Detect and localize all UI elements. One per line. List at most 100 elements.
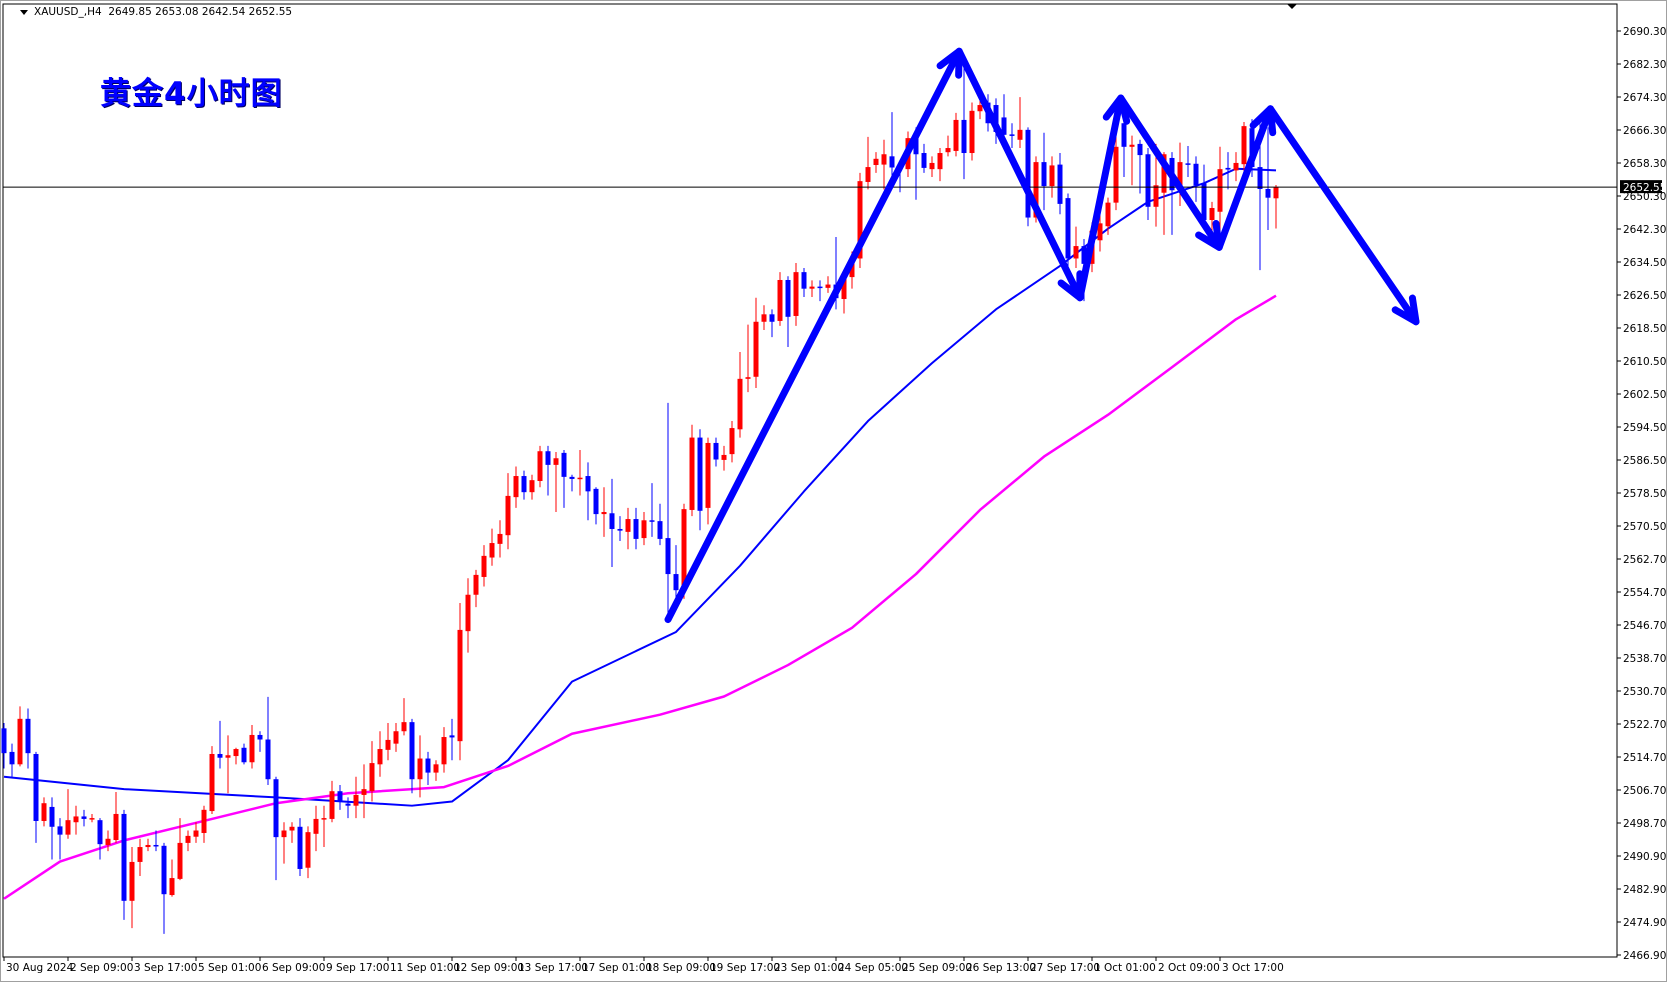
candle-body [1225,167,1231,170]
price-tick-label: 2490.90 [1623,851,1666,863]
candle-body [233,749,239,757]
candle-body [1201,183,1207,221]
time-tick-label: 6 Sep 09:00 [262,962,325,974]
candle-body [49,806,55,827]
candle-body [113,813,119,841]
price-tick-label: 2466.90 [1623,950,1666,962]
candle-body [137,847,143,862]
time-tick-label: 23 Sep 01:00 [774,962,844,974]
candle-body [1065,198,1071,259]
candle-body [873,158,879,166]
candle-body [753,321,759,377]
candle-body [1009,134,1015,136]
price-tick-label: 2562.70 [1623,554,1666,566]
time-tick-label: 2 Sep 09:00 [70,962,133,974]
candle-body [1193,163,1199,186]
candle-bearish [297,818,303,877]
candle-body [1145,154,1151,207]
candle-body [1185,163,1191,165]
price-tick-label: 2482.90 [1623,884,1666,896]
time-tick-label: 25 Sep 09:00 [902,962,972,974]
candle-body [969,110,975,154]
price-tick-label: 2666.30 [1623,125,1666,137]
price-chart[interactable]: 2690.302682.302674.302666.302658.302650.… [0,0,1667,982]
candle-body [217,753,223,758]
candle-body [465,594,471,632]
candle-body [329,791,335,819]
candle-body [385,739,391,750]
price-tick-label: 2546.70 [1623,620,1666,632]
candle-body [633,519,639,539]
candle-body [689,437,695,510]
candle-body [1129,144,1135,147]
time-tick-label: 30 Aug 2024 [6,962,74,974]
price-tick-label: 2634.50 [1623,257,1666,269]
dropdown-triangle-icon[interactable] [20,9,28,15]
current-price-label: 2652.55 [1620,180,1666,194]
candle-body [513,476,519,498]
candle-body [1217,169,1223,212]
candle-body [185,835,191,843]
price-tick-label: 2658.30 [1623,158,1666,170]
candle-body [553,458,559,465]
candle-body [825,284,831,288]
candle-body [697,437,703,511]
time-tick-label: 13 Sep 17:00 [518,962,588,974]
candle-body [97,820,103,845]
candle-body [1057,164,1063,204]
time-axis: 30 Aug 20242 Sep 09:00 3 Sep 17:00 5 Sep 0… [3,957,1284,974]
time-tick-label: 24 Sep 05:00 [838,962,908,974]
price-tick-label: 2594.50 [1623,422,1666,434]
candle-body [577,477,583,480]
candle-body [657,521,663,539]
candle-body [433,764,439,773]
candle-body [809,286,815,289]
chart-annotation-title: 黄金4小时图 [100,76,283,112]
symbol-timeframe: XAUUSD_,H4 [34,6,102,18]
candle-bullish [969,102,975,161]
candle-body [449,735,455,738]
time-tick-label: 3 Sep 17:00 [134,962,197,974]
candle-body [337,791,343,802]
time-tick-label: 1 Oct 01:00 [1094,962,1156,974]
price-tick-label: 2674.30 [1623,92,1666,104]
candle-body [265,739,271,780]
price-tick-label: 2586.50 [1623,455,1666,467]
candle-body [793,272,799,316]
price-tick-label: 2538.70 [1623,653,1666,665]
time-tick-label: 2 Oct 09:00 [1158,962,1220,974]
time-tick-label: 17 Sep 01:00 [582,962,652,974]
candle-body [81,816,87,819]
candle-body [625,519,631,532]
candle-body [121,813,127,901]
candle-body [249,734,255,763]
candle-body [1041,162,1047,187]
price-tick-label: 2498.70 [1623,818,1666,830]
candle-body [761,314,767,322]
candle-body [705,442,711,508]
candle-body [1113,146,1119,203]
candle-body [649,520,655,522]
price-tick-label: 2602.50 [1623,389,1666,401]
price-tick-label: 2690.30 [1623,26,1666,38]
candle-body [745,377,751,379]
time-tick-label: 12 Sep 09:00 [454,962,524,974]
candle-body [201,809,207,833]
candle-body [497,533,503,544]
price-tick-label: 2506.70 [1623,785,1666,797]
candle-body [713,442,719,460]
candle-body [409,722,415,780]
candle-bearish [1065,193,1071,268]
candle-body [1233,162,1239,171]
candle-body [921,153,927,168]
candle-body [209,753,215,812]
candle-body [153,844,159,847]
candle-body [1241,126,1247,165]
chart-header: XAUUSD_,H4 2649.85 2653.08 2642.54 2652.… [20,6,292,18]
candle-body [1265,188,1271,198]
time-tick-label: 9 Sep 17:00 [326,962,389,974]
candle-body [401,722,407,732]
candle-body [889,156,895,168]
candle-body [9,751,15,765]
candle-body [737,378,743,430]
